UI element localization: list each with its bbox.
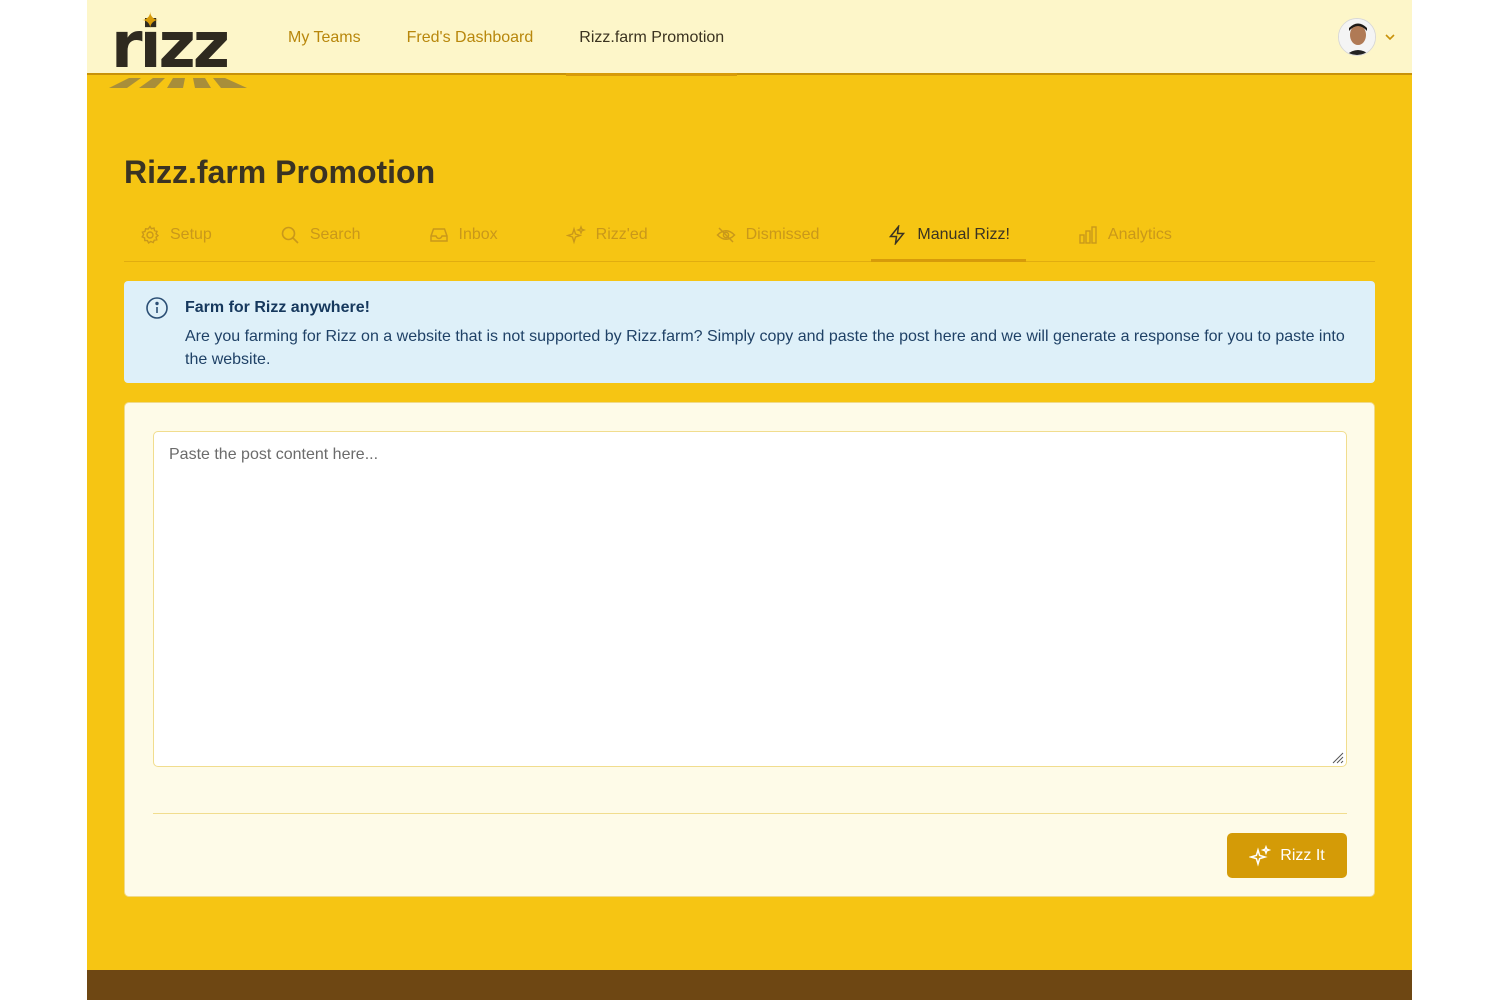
tab-manual-rizz[interactable]: Manual Rizz! bbox=[871, 208, 1027, 262]
tab-dismissed[interactable]: Dismissed bbox=[700, 208, 836, 261]
eye-off-icon bbox=[716, 226, 736, 243]
logo-stripes-icon bbox=[109, 78, 247, 88]
tab-label: Dismissed bbox=[745, 225, 820, 243]
avatar[interactable] bbox=[1338, 18, 1376, 56]
gear-icon bbox=[141, 224, 160, 244]
tab-label: Analytics bbox=[1107, 225, 1172, 243]
alert-body: Are you farming for Rizz on a website th… bbox=[185, 328, 1345, 368]
tab-label: Search bbox=[309, 225, 361, 243]
tab-bar: Setup Search Inbox Rizz'ed Dismissed Man… bbox=[124, 208, 1375, 262]
tab-label: Rizz'ed bbox=[595, 225, 648, 243]
search-icon bbox=[281, 226, 299, 244]
resize-handle-icon[interactable] bbox=[1330, 750, 1344, 764]
app-window: rizz ✦ My Teams Fred's Dashboard Rizz.fa… bbox=[87, 0, 1412, 1000]
chevron-down-icon bbox=[1385, 34, 1395, 41]
tab-label: Manual Rizz! bbox=[917, 225, 1010, 243]
info-icon bbox=[146, 297, 168, 319]
nav-rizz-farm-promotion[interactable]: Rizz.farm Promotion bbox=[566, 0, 738, 76]
tab-label: Setup bbox=[170, 225, 212, 243]
page-title: Rizz.farm Promotion bbox=[124, 154, 436, 190]
divider bbox=[153, 813, 1347, 814]
footer-band bbox=[87, 970, 1412, 1000]
nav-my-teams[interactable]: My Teams bbox=[275, 0, 374, 75]
tab-inbox[interactable]: Inbox bbox=[413, 208, 514, 261]
rizz-it-button[interactable]: Rizz It bbox=[1227, 833, 1347, 878]
top-navbar: rizz ✦ My Teams Fred's Dashboard Rizz.fa… bbox=[87, 0, 1412, 88]
tab-rizzed[interactable]: Rizz'ed bbox=[550, 208, 664, 261]
info-alert: Farm for Rizz anywhere! Are you farming … bbox=[124, 281, 1375, 383]
tab-search[interactable]: Search bbox=[264, 208, 377, 261]
alert-title: Farm for Rizz anywhere! bbox=[185, 299, 370, 316]
tab-setup[interactable]: Setup bbox=[124, 208, 228, 261]
button-label: Rizz It bbox=[1280, 846, 1325, 864]
lightning-icon bbox=[889, 224, 906, 245]
main-nav: My Teams Fred's Dashboard Rizz.farm Prom… bbox=[275, 0, 757, 76]
logo-text: rizz bbox=[111, 9, 230, 83]
nav-freds-dashboard[interactable]: Fred's Dashboard bbox=[394, 0, 547, 75]
sparkles-icon bbox=[1249, 844, 1272, 867]
manual-rizz-card: Rizz It bbox=[124, 402, 1375, 897]
tab-label: Inbox bbox=[458, 225, 498, 243]
tab-analytics[interactable]: Analytics bbox=[1062, 208, 1188, 261]
rizz-logo[interactable]: rizz ✦ bbox=[109, 8, 249, 90]
sparkles-icon bbox=[565, 224, 586, 244]
inbox-icon bbox=[429, 227, 448, 242]
user-menu[interactable] bbox=[1338, 18, 1396, 56]
logo-star-icon: ✦ bbox=[141, 8, 160, 33]
user-avatar-icon bbox=[1339, 19, 1375, 55]
bar-chart-icon bbox=[1079, 225, 1097, 244]
post-content-input[interactable] bbox=[153, 431, 1347, 767]
